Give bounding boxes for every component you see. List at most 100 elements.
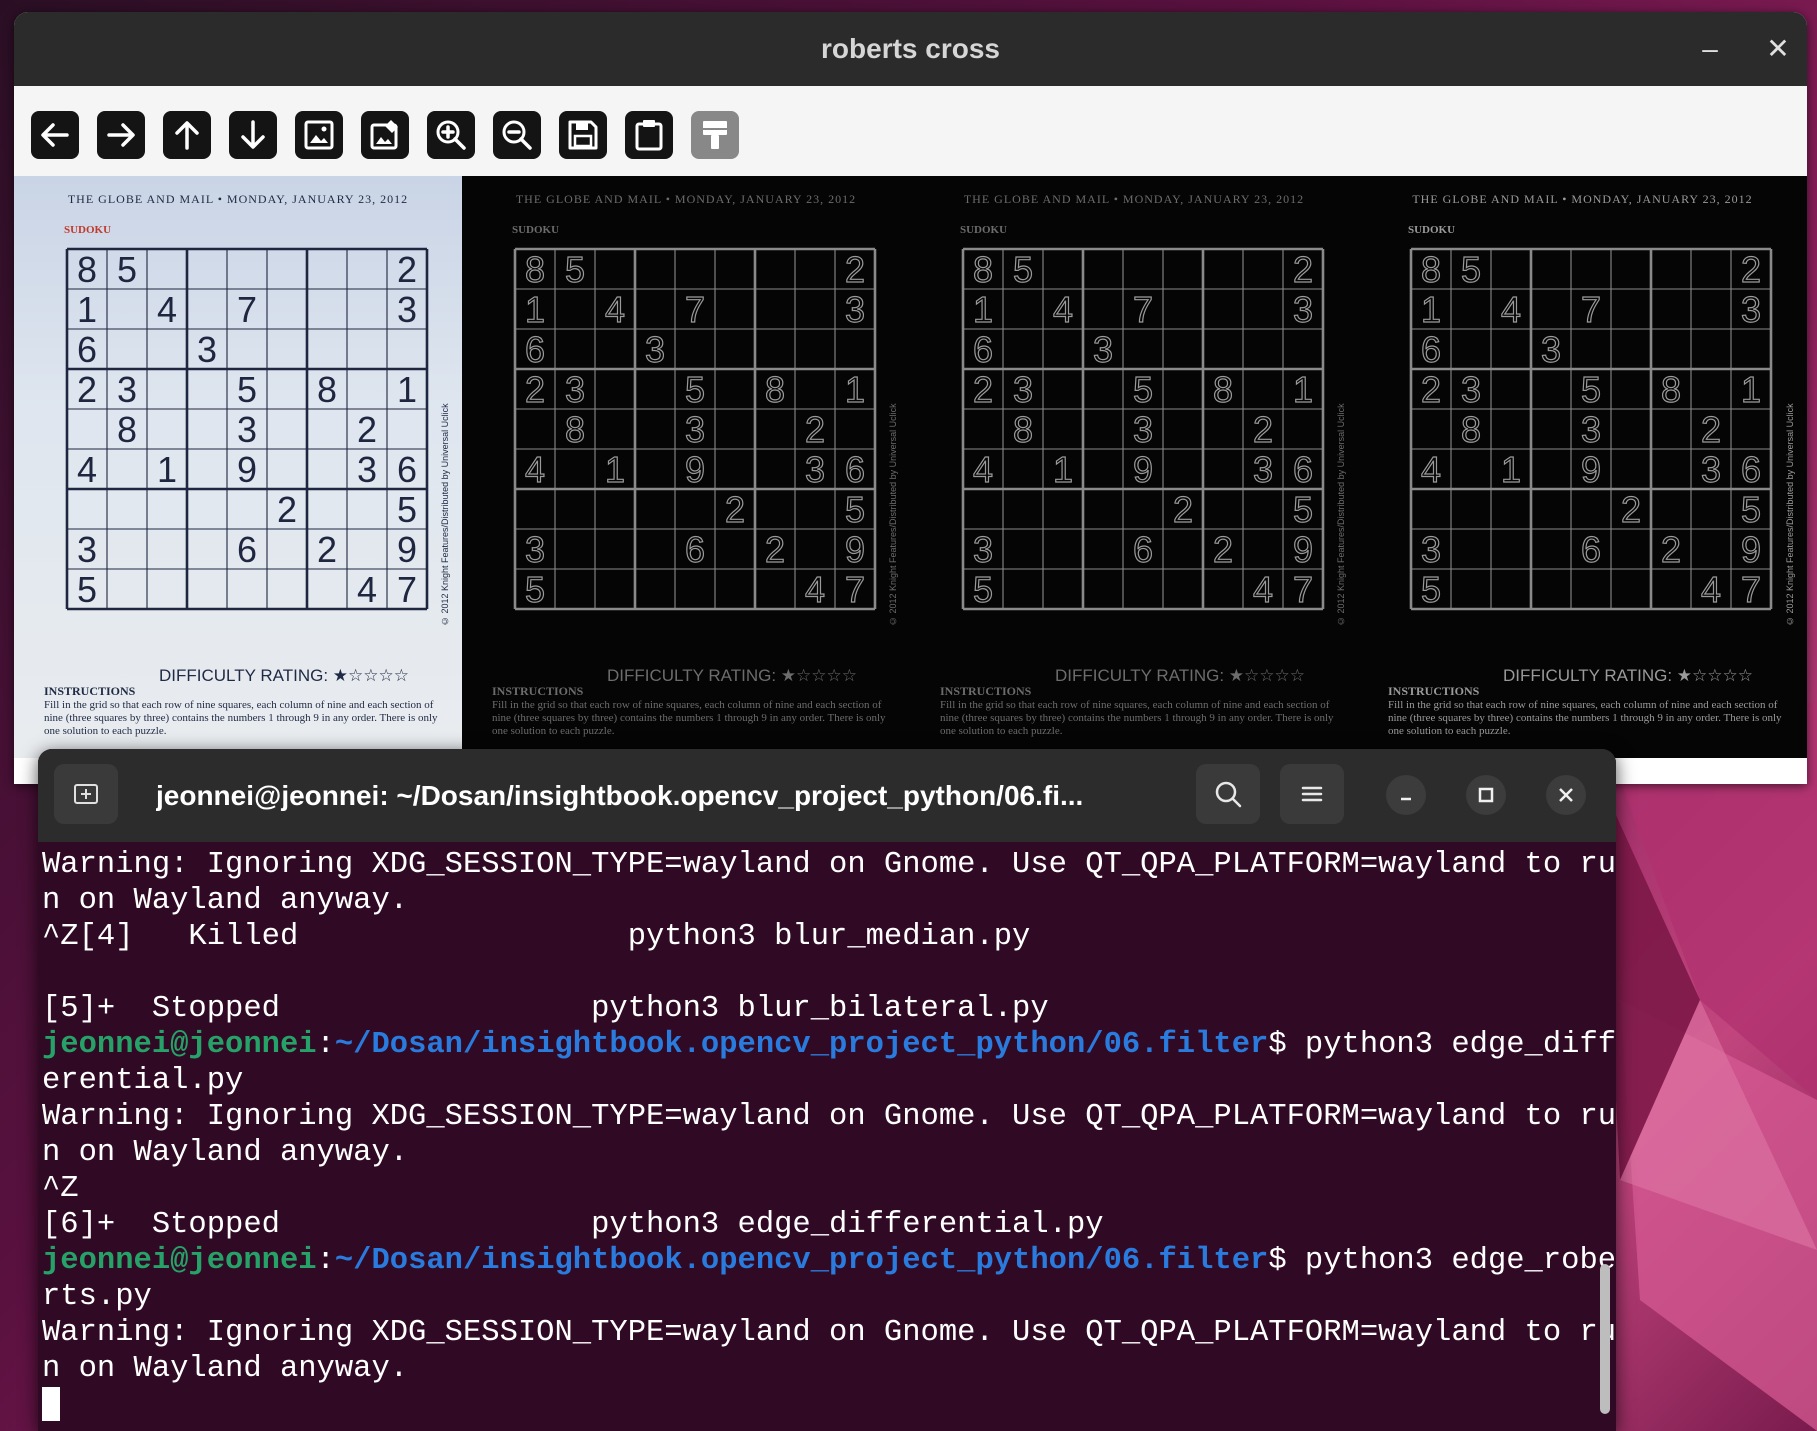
sudoku-digit: 9 xyxy=(397,529,417,570)
image-display[interactable]: THE GLOBE AND MAIL • MONDAY, JANUARY 23,… xyxy=(14,176,1807,758)
sudoku-digit: 1 xyxy=(973,289,993,330)
sudoku-digit: 4 xyxy=(805,569,825,610)
sudoku-digit: 8 xyxy=(525,249,545,290)
sudoku-digit: 6 xyxy=(685,529,705,570)
close-button[interactable] xyxy=(1546,775,1586,815)
prompt-user: jeonnei@jeonnei xyxy=(42,1244,317,1278)
sudoku-grid-edges: 8 5 21 4 7 36 32 3 5 8 18 3 24 1 9 3 62 53 6 2 95 4 7 xyxy=(961,247,1325,611)
clipboard-icon[interactable] xyxy=(625,111,673,159)
sudoku-digit: 4 xyxy=(1501,289,1521,330)
sudoku-digit: 5 xyxy=(1133,369,1153,410)
arrow-up-icon[interactable] xyxy=(163,111,211,159)
sudoku-digit: 1 xyxy=(157,449,177,490)
section-label: SUDOKU xyxy=(512,224,560,236)
image-edit-icon[interactable] xyxy=(361,111,409,159)
sudoku-digit: 4 xyxy=(1701,569,1721,610)
window-title: roberts cross xyxy=(821,33,1000,64)
sudoku-digit: 5 xyxy=(397,489,417,530)
sudoku-digit: 5 xyxy=(1293,489,1313,530)
paint-icon[interactable] xyxy=(691,111,739,159)
sudoku-digit: 8 xyxy=(117,409,137,450)
new-tab-button[interactable] xyxy=(54,764,118,824)
edge-image-combined: THE GLOBE AND MAIL • MONDAY, JANUARY 23,… xyxy=(1358,176,1807,758)
sudoku-digit: 9 xyxy=(237,449,257,490)
sudoku-digit: 4 xyxy=(973,449,993,490)
close-button[interactable]: ✕ xyxy=(1763,34,1793,64)
terminal-headerbar[interactable]: jeonnei@jeonnei: ~/Dosan/insightbook.ope… xyxy=(38,749,1616,842)
newspaper-header: THE GLOBE AND MAIL • MONDAY, JANUARY 23,… xyxy=(67,192,409,206)
sudoku-digit: 5 xyxy=(1013,249,1033,290)
sudoku-digit: 8 xyxy=(1421,249,1441,290)
sudoku-digit: 2 xyxy=(525,369,545,410)
sudoku-digit: 3 xyxy=(685,409,705,450)
sudoku-digit: 1 xyxy=(397,369,417,410)
difficulty-rating: DIFFICULTY RATING: ★☆☆☆☆ xyxy=(1503,666,1753,685)
save-icon[interactable] xyxy=(559,111,607,159)
sudoku-digit: 9 xyxy=(1581,449,1601,490)
sudoku-digit: 6 xyxy=(77,329,97,370)
sudoku-digit: 6 xyxy=(1133,529,1153,570)
instructions-title: INSTRUCTIONS xyxy=(44,684,136,698)
sudoku-digit: 7 xyxy=(685,289,705,330)
zoom-out-icon[interactable] xyxy=(493,111,541,159)
scrollbar[interactable] xyxy=(1600,1264,1610,1414)
sudoku-digit: 1 xyxy=(1053,449,1073,490)
image-icon[interactable] xyxy=(295,111,343,159)
sudoku-digit: 6 xyxy=(237,529,257,570)
arrow-down-icon[interactable] xyxy=(229,111,277,159)
arrow-left-icon[interactable] xyxy=(31,111,79,159)
sudoku-digit: 3 xyxy=(1253,449,1273,490)
sudoku-digit: 3 xyxy=(1461,369,1481,410)
sudoku-digit: 8 xyxy=(1661,369,1681,410)
sudoku-digit: 6 xyxy=(1581,529,1601,570)
terminal-window: jeonnei@jeonnei: ~/Dosan/insightbook.ope… xyxy=(38,749,1616,1431)
sudoku-digit: 2 xyxy=(357,409,377,450)
hamburger-icon xyxy=(1301,786,1323,802)
sudoku-digit: 3 xyxy=(1133,409,1153,450)
sudoku-digit: 3 xyxy=(1701,449,1721,490)
side-credit: © 2012 Knight Features/Distributed by Un… xyxy=(440,403,450,626)
maximize-button[interactable] xyxy=(1466,775,1506,815)
output-line: [5]+ Stopped python3 blur_bilateral.py xyxy=(42,992,1049,1026)
sudoku-digit: 2 xyxy=(1253,409,1273,450)
instructions-text: Fill in the grid so that each row of nin… xyxy=(1388,699,1782,737)
sudoku-digit: 6 xyxy=(1293,449,1313,490)
difficulty-rating: DIFFICULTY RATING: ★☆☆☆☆ xyxy=(159,666,409,685)
search-button[interactable] xyxy=(1196,764,1260,824)
minimize-icon xyxy=(1401,797,1411,801)
sudoku-digit: 3 xyxy=(397,289,417,330)
zoom-in-icon[interactable] xyxy=(427,111,475,159)
sudoku-digit: 8 xyxy=(317,369,337,410)
sudoku-digit: 4 xyxy=(1053,289,1073,330)
arrow-right-icon[interactable] xyxy=(97,111,145,159)
command-text: $ python3 edge_robe xyxy=(1268,1244,1616,1278)
command-text: $ python3 edge_diff xyxy=(1268,1028,1616,1062)
sudoku-digit: 4 xyxy=(605,289,625,330)
sudoku-digit: 9 xyxy=(685,449,705,490)
instructions-text: Fill in the grid so that each row of nin… xyxy=(492,699,886,737)
sudoku-digit: 3 xyxy=(117,369,137,410)
minimize-button[interactable]: – xyxy=(1695,34,1725,64)
sudoku-digit: 9 xyxy=(1133,449,1153,490)
section-label: SUDOKU xyxy=(1408,224,1456,236)
output-line: Warning: Ignoring XDG_SESSION_TYPE=wayla… xyxy=(42,848,1616,882)
sudoku-digit: 1 xyxy=(605,449,625,490)
difficulty-rating: DIFFICULTY RATING: ★☆☆☆☆ xyxy=(607,666,857,685)
instructions-text: Fill in the grid so that each row of nin… xyxy=(44,699,438,737)
window-titlebar[interactable]: roberts cross – ✕ xyxy=(14,12,1807,86)
sudoku-digit: 5 xyxy=(973,569,993,610)
sudoku-digit: 8 xyxy=(1461,409,1481,450)
menu-button[interactable] xyxy=(1280,764,1344,824)
minimize-button[interactable] xyxy=(1386,775,1426,815)
sudoku-digit: 5 xyxy=(1421,569,1441,610)
terminal-output[interactable]: Warning: Ignoring XDG_SESSION_TYPE=wayla… xyxy=(42,847,1616,1431)
sudoku-digit: 2 xyxy=(1701,409,1721,450)
instructions-title: INSTRUCTIONS xyxy=(492,684,584,698)
sudoku-digit: 5 xyxy=(1741,489,1761,530)
sudoku-digit: 6 xyxy=(397,449,417,490)
sudoku-digit: 2 xyxy=(805,409,825,450)
newspaper-header: THE GLOBE AND MAIL • MONDAY, JANUARY 23,… xyxy=(1412,192,1753,206)
sudoku-digit: 3 xyxy=(525,529,545,570)
edge-image-x: THE GLOBE AND MAIL • MONDAY, JANUARY 23,… xyxy=(462,176,910,758)
prompt-user: jeonnei@jeonnei xyxy=(42,1028,317,1062)
